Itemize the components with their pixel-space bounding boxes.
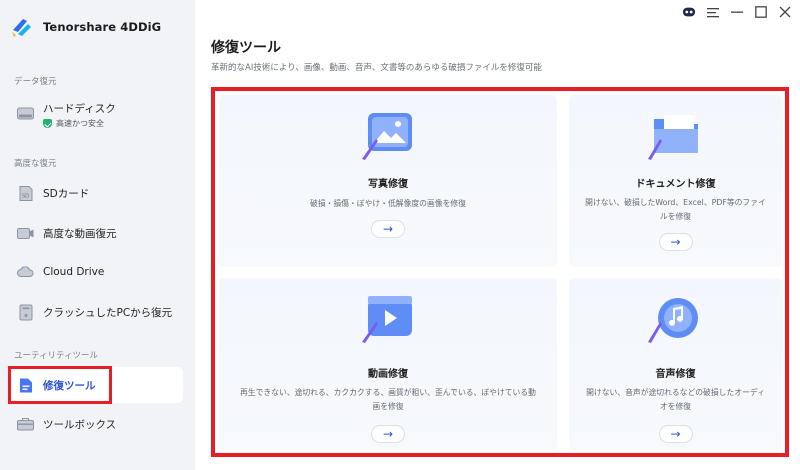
photo-repair-button[interactable]: → [371, 220, 405, 238]
card-title: 動画修復 [368, 369, 408, 380]
assistant-robot-icon[interactable] [682, 5, 696, 19]
video-camera-icon [17, 226, 34, 241]
shield-check-icon [43, 119, 52, 128]
app-logo-icon [12, 19, 31, 37]
sidebar-item-repair-tool[interactable]: 修復ツール [8, 367, 183, 403]
menu-icon[interactable] [706, 5, 720, 19]
cloud-icon [17, 265, 34, 280]
card-description: 再生できない、途切れる、カクカクする、画質が粗い、歪んでいる、ぼやけている動画を… [240, 388, 536, 412]
sidebar-item-sdcard[interactable]: SD SDカード [8, 175, 183, 211]
toolbox-icon [17, 417, 34, 432]
sidebar-item-label: Cloud Drive [43, 266, 105, 278]
card-title: 音声修復 [655, 369, 696, 380]
sidebar-item-video-recovery[interactable]: 高度な動画復元 [8, 215, 183, 251]
card-description: 開けない、破損したWord、Excel、PDF等のファイルを修復 [585, 198, 766, 222]
page-title: 修復ツール [211, 40, 281, 56]
sidebar-item-label: クラッシュしたPCから復元 [43, 306, 173, 319]
harddisk-icon [17, 106, 34, 121]
app-name: Tenorshare 4DDiG [43, 20, 162, 34]
audio-repair-card[interactable]: 音声修復 開けない、音声が途切れるなどの破損したオーディオを修復 → [569, 278, 782, 450]
page-subtitle: 革新的なAI技術により、画像、動画、音声、文書等のあらゆる破損ファイルを修復可能 [211, 63, 542, 73]
photo-repair-card[interactable]: 写真修復 破損・損傷・ぼやけ・低解像度の画像を修復 → [219, 95, 557, 267]
sidebar-item-cloud-drive[interactable]: Cloud Drive [8, 254, 183, 290]
maximize-icon[interactable] [754, 5, 768, 19]
sdcard-icon: SD [17, 185, 34, 201]
sidebar-item-label: SDカード [43, 187, 90, 200]
sidebar-item-toolbox[interactable]: ツールボックス [8, 406, 183, 442]
sidebar-item-label: 高度な動画復元 [43, 227, 117, 240]
sidebar-item-label: 修復ツール [43, 379, 96, 392]
close-icon[interactable] [778, 5, 792, 19]
computer-icon [17, 304, 34, 320]
sidebar-item-label: ハードディスク [43, 103, 116, 115]
video-repair-icon [362, 296, 412, 343]
document-repair-card[interactable]: ドキュメント修復 開けない、破損したWord、Excel、PDF等のファイルを修… [569, 95, 782, 267]
document-repair-icon [647, 115, 698, 160]
minimize-icon[interactable] [730, 5, 744, 19]
card-description: 破損・損傷・ぼやけ・低解像度の画像を修復 [310, 199, 466, 208]
brand: Tenorshare 4DDiG [10, 15, 161, 39]
video-repair-card[interactable]: 動画修復 再生できない、途切れる、カクカクする、画質が粗い、歪んでいる、ぼやけて… [219, 278, 557, 450]
sidebar-item-crashed-pc[interactable]: クラッシュしたPCから復元 [8, 294, 183, 330]
photo-repair-icon [362, 113, 412, 160]
audio-repair-button[interactable]: → [658, 425, 693, 443]
harddisk-status-text: 高速かつ安全 [56, 119, 104, 128]
card-title: ドキュメント修復 [635, 179, 716, 190]
section-advanced: 高度な復元 [14, 159, 57, 169]
document-repair-icon [17, 378, 34, 393]
window-controls [682, 3, 792, 21]
svg-text:SD: SD [22, 193, 29, 199]
card-title: 写真修復 [368, 179, 408, 190]
sidebar-item-harddisk[interactable]: ハードディスク 高速かつ安全 [8, 96, 183, 138]
sidebar: Tenorshare 4DDiG データ復元 ハードディスク 高速かつ安全 高度… [0, 0, 195, 470]
section-utility: ユーティリティツール [14, 351, 98, 361]
video-repair-button[interactable]: → [371, 425, 405, 443]
card-description: 開けない、音声が途切れるなどの破損したオーディオを修復 [586, 388, 765, 412]
sidebar-item-label: ツールボックス [43, 418, 117, 431]
harddisk-status: 高速かつ安全 [43, 118, 104, 129]
document-repair-button[interactable]: → [658, 233, 693, 251]
audio-repair-icon [647, 298, 698, 343]
section-data-recovery: データ復元 [14, 77, 57, 87]
